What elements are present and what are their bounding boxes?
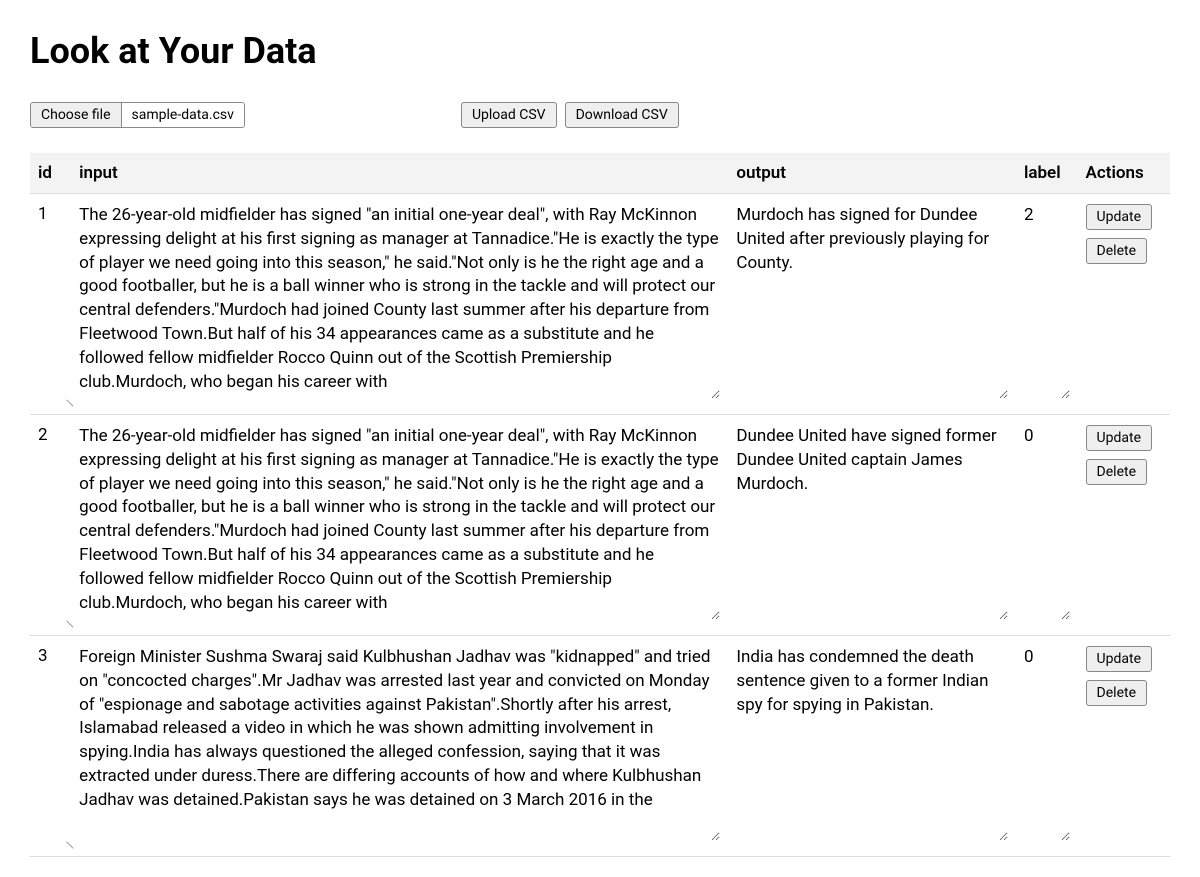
delete-button[interactable]: Delete — [1086, 459, 1147, 485]
col-header-actions: Actions — [1078, 153, 1170, 194]
input-cell — [71, 415, 728, 636]
choose-file-button[interactable]: Choose file — [31, 103, 122, 127]
toolbar: Choose file sample-data.csv Upload CSV D… — [30, 102, 1170, 128]
upload-csv-button[interactable]: Upload CSV — [461, 102, 557, 128]
label-textarea[interactable] — [1024, 204, 1070, 399]
filename-display: sample-data.csv — [122, 103, 244, 127]
output-textarea[interactable] — [736, 425, 1008, 620]
output-cell — [728, 194, 1016, 415]
table-row: 1 || Update Delete — [30, 194, 1170, 415]
data-table: id input output label Actions 1 || Updat… — [30, 153, 1170, 857]
col-header-id: id — [30, 153, 71, 194]
input-textarea[interactable] — [79, 425, 720, 620]
col-header-input: input — [71, 153, 728, 194]
label-textarea[interactable] — [1024, 646, 1070, 841]
download-csv-button[interactable]: Download CSV — [565, 102, 679, 128]
col-header-output: output — [728, 153, 1016, 194]
actions-cell: Update Delete — [1078, 636, 1170, 857]
id-value: 1 — [38, 204, 48, 224]
input-textarea[interactable] — [79, 204, 720, 399]
input-textarea[interactable] — [79, 646, 720, 841]
id-cell: 3 || — [30, 636, 71, 857]
table-header-row: id input output label Actions — [30, 153, 1170, 194]
input-cell — [71, 636, 728, 857]
output-textarea[interactable] — [736, 204, 1008, 399]
delete-button[interactable]: Delete — [1086, 238, 1147, 264]
output-textarea[interactable] — [736, 646, 1008, 841]
label-cell — [1016, 636, 1078, 857]
update-button[interactable]: Update — [1086, 425, 1152, 451]
col-header-label: label — [1016, 153, 1078, 194]
id-value: 2 — [38, 425, 48, 445]
label-cell — [1016, 194, 1078, 415]
actions-cell: Update Delete — [1078, 194, 1170, 415]
input-cell — [71, 194, 728, 415]
output-cell — [728, 636, 1016, 857]
update-button[interactable]: Update — [1086, 646, 1152, 672]
id-cell: 1 || — [30, 194, 71, 415]
id-cell: 2 || — [30, 415, 71, 636]
output-cell — [728, 415, 1016, 636]
actions-cell: Update Delete — [1078, 415, 1170, 636]
file-picker[interactable]: Choose file sample-data.csv — [30, 102, 245, 128]
label-cell — [1016, 415, 1078, 636]
delete-button[interactable]: Delete — [1086, 680, 1147, 706]
page-title: Look at Your Data — [30, 30, 1170, 72]
id-value: 3 — [38, 646, 48, 666]
table-row: 3 || Update Delete — [30, 636, 1170, 857]
label-textarea[interactable] — [1024, 425, 1070, 620]
update-button[interactable]: Update — [1086, 204, 1152, 230]
table-row: 2 || Update Delete — [30, 415, 1170, 636]
